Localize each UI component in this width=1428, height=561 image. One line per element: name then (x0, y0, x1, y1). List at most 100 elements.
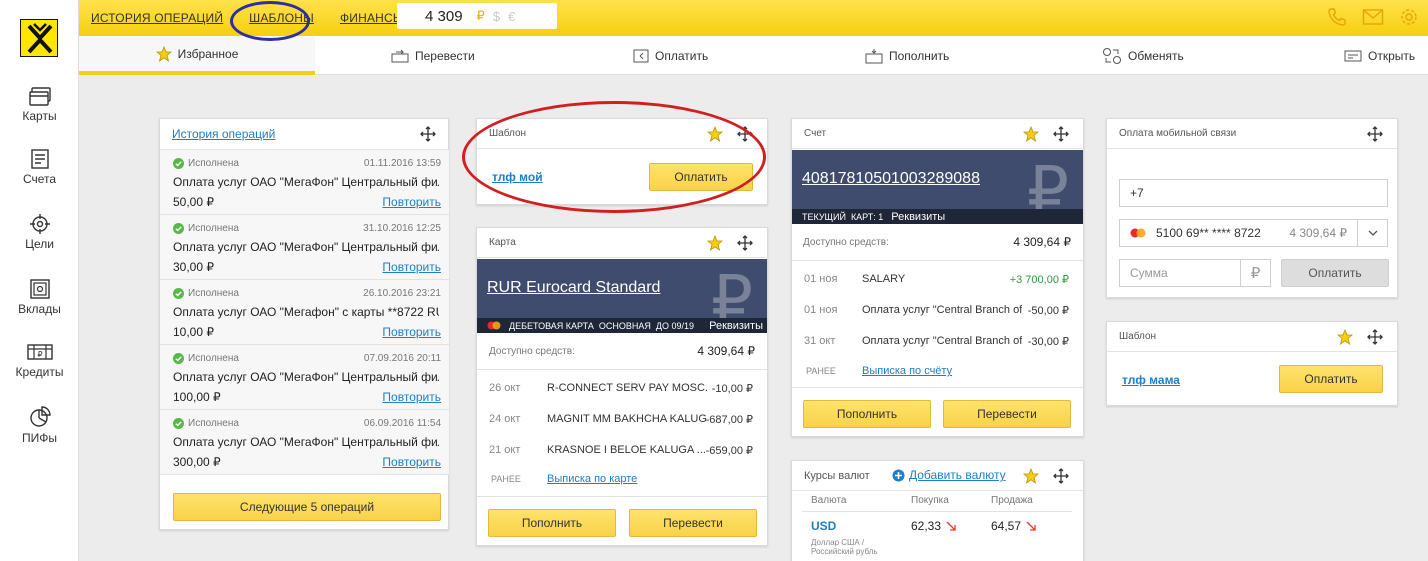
nav-history-link[interactable]: ИСТОРИЯ ОПЕРАЦИЙ (91, 11, 223, 25)
star-icon[interactable] (1023, 126, 1039, 142)
next-operations-button[interactable]: Следующие 5 операций (173, 493, 441, 521)
card-topup-button[interactable]: Пополнить (488, 509, 616, 537)
card-statement-link[interactable]: Выписка по карте (547, 473, 637, 485)
template-pay-button[interactable]: Оплатить (649, 163, 753, 191)
phone-input[interactable]: +7 (1119, 179, 1388, 207)
gear-icon[interactable] (1398, 6, 1420, 28)
account-details-link[interactable]: Реквизиты (891, 211, 945, 223)
transaction-row[interactable]: 21 окт KRASNOE I BELOE KALUGA ... -659,00 … (477, 435, 767, 466)
card-available-amount: 4 309,64 ₽ (697, 344, 755, 358)
rates-usd-description: Доллар США / Российский рубль (811, 538, 878, 556)
action-topup[interactable]: Пополнить (865, 36, 949, 75)
rates-usd-buy: 62,33 (911, 519, 942, 533)
currency-rub[interactable]: ₽ (477, 8, 485, 24)
currency-usd[interactable]: $ (493, 9, 500, 24)
account-strip-text: ТЕКУЩИЙ КАРТ: 1 (802, 211, 884, 222)
template-pay-button[interactable]: Оплатить (1279, 365, 1383, 393)
sidebar-item-credits[interactable]: ₽ Кредиты (0, 341, 79, 379)
card-select[interactable]: 5100 69** **** 8722 4 309,64 ₽ (1119, 219, 1388, 247)
action-exchange[interactable]: Обменять (1102, 36, 1184, 75)
transaction-name: Оплата услуг "Central Branch of... (862, 304, 1022, 316)
check-circle-icon (173, 223, 184, 234)
target-icon (29, 214, 50, 234)
history-item[interactable]: Исполнена 31.10.2016 12:25 Оплата услуг ОА… (160, 215, 449, 280)
history-item[interactable]: Исполнена 26.10.2016 23:21 Оплата услуг ОА… (160, 280, 449, 345)
card-details-link[interactable]: Реквизиты (709, 320, 763, 332)
star-icon[interactable] (1337, 329, 1353, 345)
exchange-icon (1103, 47, 1121, 64)
repeat-link[interactable]: Повторить (382, 260, 441, 274)
balance-widget[interactable]: 4 309 ₽ $ € (397, 3, 557, 29)
rates-usd-code[interactable]: USD (811, 519, 836, 533)
sidebar-item-cards[interactable]: Карты (0, 85, 79, 123)
history-date: 06.09.2016 11:54 (363, 418, 441, 429)
action-open[interactable]: Открыть (1344, 36, 1415, 75)
repeat-link[interactable]: Повторить (382, 325, 441, 339)
card-title[interactable]: RUR Eurocard Standard (487, 279, 660, 297)
sidebar-item-accounts[interactable]: Счета (0, 148, 79, 186)
action-favorites[interactable]: Избранное (79, 36, 315, 75)
account-topup-button[interactable]: Пополнить (803, 400, 931, 428)
nav-finance-link[interactable]: ФИНАНСЫ (340, 11, 404, 25)
action-pay[interactable]: Оплатить (633, 36, 708, 75)
account-transfer-button[interactable]: Перевести (943, 400, 1071, 428)
phone-icon[interactable] (1326, 6, 1348, 28)
sidebar-label-funds: ПИФы (22, 431, 57, 445)
status: Исполнена (173, 223, 239, 234)
sidebar-item-goals[interactable]: Цели (0, 213, 79, 251)
action-transfer-label: Перевести (415, 48, 475, 63)
mail-icon[interactable] (1362, 6, 1384, 28)
sidebar-item-deposits[interactable]: Вклады (0, 278, 79, 316)
sum-input[interactable]: Сумма (1119, 259, 1241, 287)
status: Исполнена (173, 418, 239, 429)
history-item[interactable]: Исполнена 01.11.2016 13:59 Оплата услуг ОА… (160, 150, 449, 215)
account-widget: Счет 40817810501003289088 ₽ ТЕКУЩИЙ КАРТ… (791, 118, 1084, 437)
star-icon[interactable] (707, 235, 723, 251)
raiffeisen-logo[interactable] (0, 0, 79, 75)
history-description: Оплата услуг ОАО "МегаФон" Центральный ф… (173, 175, 439, 189)
card-header: Карта (489, 237, 516, 248)
move-icon[interactable] (737, 235, 753, 251)
move-icon[interactable] (1053, 468, 1069, 484)
chevron-down-icon[interactable] (1357, 220, 1387, 246)
action-transfer[interactable]: Перевести (391, 36, 475, 75)
account-statement-link[interactable]: Выписка по счёту (862, 365, 952, 377)
top-bar: ИСТОРИЯ ОПЕРАЦИЙ ШАБЛОНЫ ФИНАНСЫ 4 309 ₽… (0, 0, 1428, 36)
sidebar-item-funds[interactable]: ПИФы (0, 405, 79, 445)
move-icon[interactable] (420, 126, 436, 142)
transaction-row[interactable]: 24 окт MAGNIT MM BAKHCHA KALUG... -687,00 … (477, 404, 767, 435)
repeat-link[interactable]: Повторить (382, 455, 441, 469)
star-icon[interactable] (707, 126, 723, 142)
move-icon[interactable] (737, 126, 753, 142)
move-icon[interactable] (1053, 126, 1069, 142)
template-name-link[interactable]: тлф мой (492, 170, 543, 184)
account-available-label: Доступно средств: (803, 237, 889, 248)
account-banner[interactable]: 40817810501003289088 ₽ ТЕКУЩИЙ КАРТ: 1 Р… (792, 150, 1083, 224)
transaction-row[interactable]: 26 окт R-CONNECT SERV PAY MOSC... -10,00 ₽ (477, 373, 767, 404)
move-icon[interactable] (1367, 126, 1383, 142)
repeat-link[interactable]: Повторить (382, 195, 441, 209)
add-currency-button[interactable]: Добавить валюту (892, 468, 1006, 482)
repeat-link[interactable]: Повторить (382, 390, 441, 404)
nav-templates-link[interactable]: ШАБЛОНЫ (249, 11, 314, 25)
card-transfer-button[interactable]: Перевести (629, 509, 757, 537)
currency-eur[interactable]: € (508, 9, 515, 24)
transaction-row[interactable]: 31 окт Оплата услуг "Central Branch of...… (792, 326, 1083, 357)
transaction-row[interactable]: 01 ноя Оплата услуг "Central Branch of...… (792, 295, 1083, 326)
star-icon[interactable] (1023, 468, 1039, 484)
transaction-date: 21 окт (489, 444, 521, 456)
sidebar-label-goals: Цели (25, 237, 54, 251)
history-title-link[interactable]: История операций (172, 127, 275, 141)
arrow-down-icon (1026, 521, 1036, 531)
sidebar-label-deposits: Вклады (18, 302, 61, 316)
history-item[interactable]: Исполнена 07.09.2016 20:11 Оплата услуг ОА… (160, 345, 449, 410)
template-name-link[interactable]: тлф мама (1122, 373, 1180, 387)
mobile-pay-button[interactable]: Оплатить (1281, 259, 1389, 287)
account-number[interactable]: 40817810501003289088 (802, 170, 980, 188)
move-icon[interactable] (1367, 329, 1383, 345)
history-item[interactable]: Исполнена 06.09.2016 11:54 Оплата услуг ОА… (160, 410, 449, 475)
add-currency-link[interactable]: Добавить валюту (909, 468, 1006, 482)
transaction-row[interactable]: 01 ноя SALARY +3 700,00 ₽ (792, 264, 1083, 295)
pie-chart-icon (29, 406, 51, 427)
card-banner[interactable]: RUR Eurocard Standard ₽ ДЕБЕТОВАЯ КАРТА … (477, 259, 767, 333)
